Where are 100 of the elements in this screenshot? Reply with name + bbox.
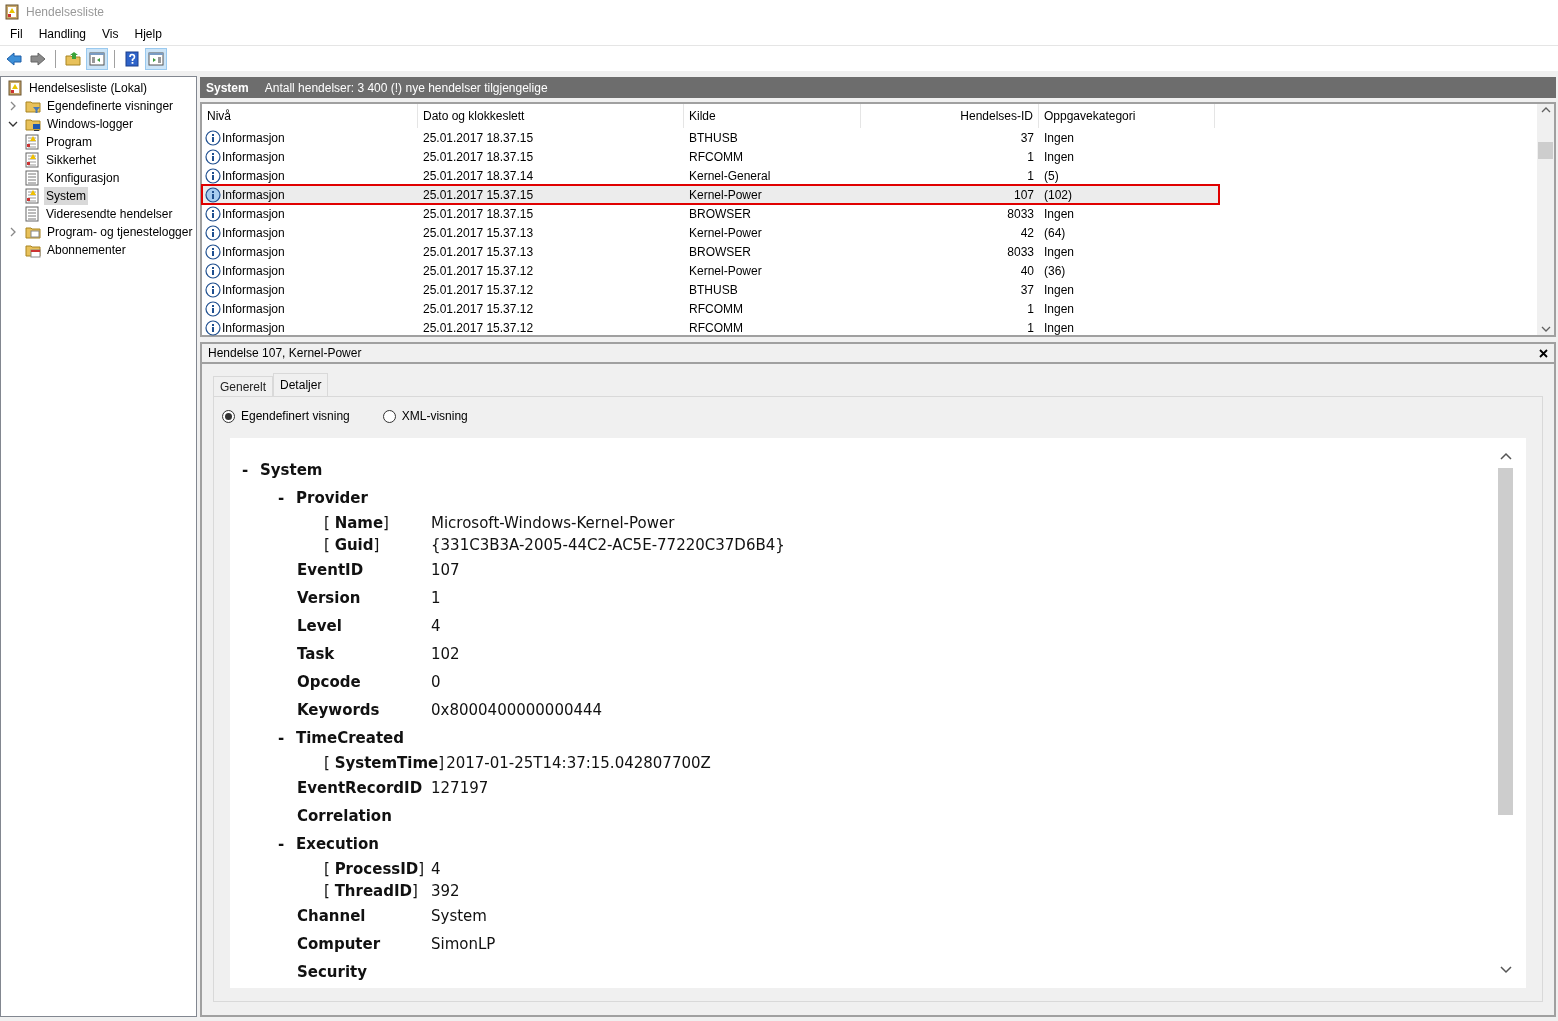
menu-item[interactable]: Handling bbox=[30, 25, 95, 43]
table-cell-text: 25.01.2017 18.37.14 bbox=[423, 167, 534, 185]
collapse-toggle[interactable]: - bbox=[278, 486, 296, 510]
table-cell-text: 8033 bbox=[1007, 243, 1034, 261]
table-cell-text: Ingen bbox=[1044, 300, 1075, 318]
chevron-down-icon[interactable] bbox=[8, 119, 18, 129]
tree-item[interactable]: Konfigurasjon bbox=[44, 169, 122, 187]
tab[interactable]: Detaljer bbox=[273, 373, 329, 396]
field-name: Version bbox=[297, 588, 361, 607]
table-cell-text: Ingen bbox=[1044, 243, 1075, 261]
chevron-right-icon[interactable] bbox=[8, 227, 18, 237]
info-icon bbox=[205, 205, 221, 222]
event-count-text: Antall hendelser: 3 400 (!) nye hendelser tilgjengelige bbox=[264, 79, 548, 97]
back-arrow-icon bbox=[5, 49, 23, 68]
table-cell-text: 1 bbox=[1027, 319, 1034, 337]
table-cell-text: Ingen bbox=[1044, 205, 1075, 223]
table-cell-text: 25.01.2017 18.37.15 bbox=[423, 205, 534, 223]
collapse-toggle[interactable]: - bbox=[278, 726, 296, 750]
table-row[interactable]: Informasjon 25.01.2017 15.37.12 RFCOMM 1 Ingen bbox=[202, 318, 1219, 337]
column-header[interactable]: Hendelses-ID bbox=[861, 104, 1039, 128]
field-value: 0x8000400000000444 bbox=[431, 699, 603, 721]
table-cell-text: Informasjon bbox=[222, 205, 285, 223]
table-cell-text: Informasjon bbox=[222, 224, 285, 242]
tree-item[interactable]: System bbox=[44, 187, 88, 205]
table-cell-text: Ingen bbox=[1044, 129, 1075, 147]
scroll-down-icon[interactable] bbox=[1540, 325, 1551, 333]
help-icon bbox=[123, 49, 141, 68]
tree-item[interactable]: Program- og tjenestelogger bbox=[45, 223, 195, 241]
info-icon bbox=[205, 148, 221, 165]
menu-item[interactable]: Vis bbox=[94, 25, 127, 43]
close-icon[interactable] bbox=[1539, 348, 1548, 358]
field-name: [ SystemTime] bbox=[324, 753, 445, 772]
column-header[interactable]: Kilde bbox=[684, 104, 861, 128]
table-row[interactable]: Informasjon 25.01.2017 18.37.15 BTHUSB 37 Ingen bbox=[202, 128, 1219, 147]
table-cell-text: Informasjon bbox=[222, 281, 285, 299]
field-name: Level bbox=[297, 616, 342, 635]
collapse-toggle[interactable]: - bbox=[242, 458, 260, 482]
table-row[interactable]: Informasjon 25.01.2017 18.37.15 RFCOMM 1 Ingen bbox=[202, 147, 1219, 166]
scroll-up-icon[interactable] bbox=[1499, 452, 1512, 460]
table-row[interactable]: Informasjon 25.01.2017 15.37.12 BTHUSB 37 Ingen bbox=[202, 280, 1219, 299]
field-value: Microsoft-Windows-Kernel-Power bbox=[431, 512, 675, 534]
tree-item[interactable]: Egendefinerte visninger bbox=[45, 97, 176, 115]
tree-item[interactable]: Sikkerhet bbox=[44, 151, 99, 169]
table-cell-text: 40 bbox=[1020, 262, 1034, 280]
info-icon bbox=[205, 300, 221, 317]
table-row[interactable]: Informasjon 25.01.2017 15.37.12 RFCOMM 1 Ingen bbox=[202, 299, 1219, 318]
tree-item[interactable]: Hendelsesliste (Lokal) bbox=[27, 79, 150, 97]
field-name: EventID bbox=[297, 560, 364, 579]
table-cell-text: Informasjon bbox=[222, 129, 285, 147]
table-row[interactable]: Informasjon 25.01.2017 15.37.13 Kernel-Power 42 (64) bbox=[202, 223, 1219, 242]
field-name: [ ProcessID] bbox=[324, 859, 425, 878]
table-cell-text: 25.01.2017 15.37.15 bbox=[423, 186, 534, 204]
folder-arrow-icon bbox=[64, 49, 82, 68]
window-title: Hendelsesliste bbox=[26, 3, 105, 21]
table-cell-text: Informasjon bbox=[222, 148, 285, 166]
table-cell-text: 107 bbox=[1013, 186, 1034, 204]
table-row[interactable]: Informasjon 25.01.2017 15.37.13 BROWSER 8033 Ingen bbox=[202, 242, 1219, 261]
folder-computer-icon bbox=[25, 116, 41, 132]
menu-item[interactable]: Fil bbox=[2, 25, 31, 43]
table-cell-text: 1 bbox=[1027, 300, 1034, 318]
tree-item[interactable]: Abonnementer bbox=[45, 241, 128, 259]
radio-label[interactable]: Egendefinert visning bbox=[241, 407, 350, 425]
table-row[interactable]: Informasjon 25.01.2017 15.37.15 Kernel-Power 107 (102) bbox=[202, 185, 1219, 204]
collapse-toggle[interactable]: - bbox=[278, 832, 296, 856]
tree-item[interactable]: Windows-logger bbox=[45, 115, 136, 133]
scroll-down-icon[interactable] bbox=[1499, 966, 1512, 974]
radio-button[interactable] bbox=[222, 409, 235, 423]
table-cell-text: Ingen bbox=[1044, 319, 1075, 337]
chevron-right-icon[interactable] bbox=[8, 101, 18, 111]
scrollbar-thumb[interactable] bbox=[1498, 468, 1513, 815]
column-header[interactable]: Oppgavekategori bbox=[1039, 104, 1215, 128]
table-cell-text: Informasjon bbox=[222, 186, 285, 204]
table-cell-text: RFCOMM bbox=[689, 148, 743, 166]
scrollbar-thumb[interactable] bbox=[1538, 142, 1553, 159]
field-value: 107 bbox=[431, 559, 460, 581]
table-cell-text: 1 bbox=[1027, 167, 1034, 185]
field-value: System bbox=[431, 905, 487, 927]
table-row[interactable]: Informasjon 25.01.2017 18.37.14 Kernel-General 1 (5) bbox=[202, 166, 1219, 185]
column-header[interactable]: Nivå bbox=[202, 104, 418, 128]
info-icon bbox=[205, 262, 221, 279]
menu-item[interactable]: Hjelp bbox=[126, 25, 170, 43]
tab[interactable]: Generelt bbox=[213, 376, 274, 396]
field-value: 0 bbox=[431, 671, 441, 693]
table-row[interactable]: Informasjon 25.01.2017 15.37.12 Kernel-Power 40 (36) bbox=[202, 261, 1219, 280]
table-row[interactable]: Informasjon 25.01.2017 18.37.15 BROWSER 8033 Ingen bbox=[202, 204, 1219, 223]
field-value: {331C3B3A-2005-44C2-AC5E-77220C37D6B4} bbox=[431, 534, 785, 556]
section-name: Provider bbox=[296, 487, 368, 509]
folder-calendar-icon bbox=[25, 242, 41, 258]
radio-label[interactable]: XML-visning bbox=[401, 407, 468, 425]
scroll-up-icon[interactable] bbox=[1540, 106, 1551, 114]
table-cell-text: 25.01.2017 15.37.12 bbox=[423, 281, 534, 299]
radio-button[interactable] bbox=[382, 409, 396, 423]
tree-item[interactable]: Videresendte hendelser bbox=[44, 205, 175, 223]
table-cell-text: 25.01.2017 15.37.13 bbox=[423, 224, 534, 242]
table-cell-text: 37 bbox=[1020, 281, 1034, 299]
tree-item[interactable]: Program bbox=[44, 133, 94, 151]
table-cell-text: 25.01.2017 15.37.13 bbox=[423, 243, 534, 261]
column-header[interactable]: Dato og klokkeslett bbox=[418, 104, 684, 128]
log-warning-icon bbox=[24, 152, 40, 168]
info-icon bbox=[205, 129, 221, 146]
